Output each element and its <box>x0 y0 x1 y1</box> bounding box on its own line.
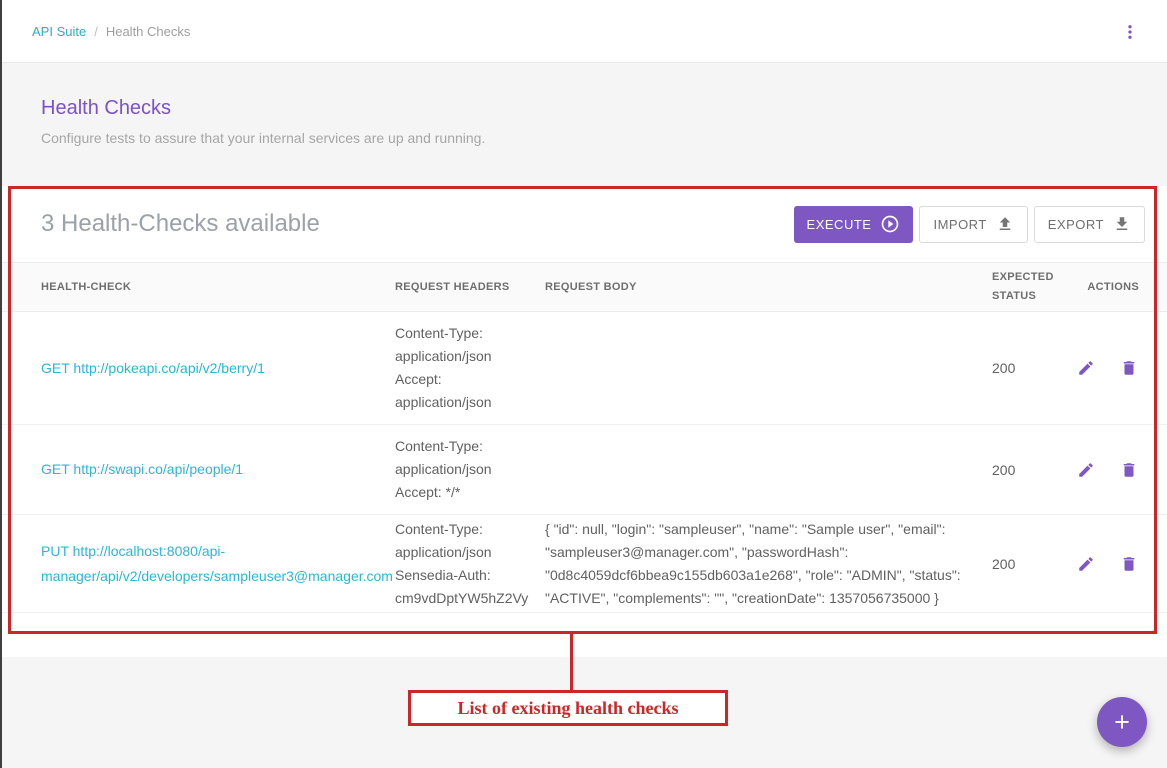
delete-icon[interactable] <box>1120 555 1138 573</box>
delete-icon[interactable] <box>1120 461 1138 479</box>
delete-icon[interactable] <box>1120 359 1138 377</box>
play-circle-icon <box>880 214 900 234</box>
download-icon <box>1113 215 1131 233</box>
col-header-actions: ACTIONS <box>1073 281 1167 293</box>
health-check-link[interactable]: GET http://pokeapi.co/api/v2/berry/1 <box>0 356 390 381</box>
row-actions <box>1073 359 1167 377</box>
col-header-expected-status: EXPECTED STATUS <box>985 268 1065 306</box>
edit-icon[interactable] <box>1077 359 1095 377</box>
annotation-connector-line <box>570 634 573 690</box>
table-header-row: HEALTH-CHECK REQUEST HEADERS REQUEST BOD… <box>0 262 1167 312</box>
request-headers-cell: Content-Type: application/json Accept: *… <box>390 435 527 504</box>
top-bar: API Suite / Health Checks <box>0 0 1167 63</box>
health-check-link[interactable]: PUT http://localhost:8080/api-manager/ap… <box>0 539 390 589</box>
page-header: Health Checks Configure tests to assure … <box>41 97 485 146</box>
breadcrumb-separator: / <box>94 24 98 39</box>
execute-button-label: EXECUTE <box>807 217 872 232</box>
row-actions <box>1073 555 1167 573</box>
card-actions: EXECUTE IMPORT EXPORT <box>794 206 1145 243</box>
expected-status-cell: 200 <box>985 360 1073 376</box>
breadcrumb-api-suite-link[interactable]: API Suite <box>32 24 86 39</box>
expected-status-cell: 200 <box>985 556 1073 572</box>
request-body-cell: { "id": null, "login": "sampleuser", "na… <box>540 518 985 610</box>
export-button[interactable]: EXPORT <box>1034 206 1145 243</box>
card-title: 3 Health-Checks available <box>41 210 794 238</box>
annotation-label: List of existing health checks <box>408 690 728 726</box>
screen-left-edge <box>0 0 2 768</box>
col-header-request-body: REQUEST BODY <box>540 281 985 293</box>
breadcrumb-current-page: Health Checks <box>106 24 191 39</box>
import-button-label: IMPORT <box>933 217 986 232</box>
row-actions <box>1073 461 1167 479</box>
execute-button[interactable]: EXECUTE <box>794 206 914 243</box>
upload-icon <box>996 215 1014 233</box>
edit-icon[interactable] <box>1077 555 1095 573</box>
request-headers-cell: Content-Type: application/json Sensedia-… <box>390 518 527 610</box>
edit-icon[interactable] <box>1077 461 1095 479</box>
add-health-check-fab[interactable]: + <box>1097 697 1147 747</box>
page-subtitle: Configure tests to assure that your inte… <box>41 130 485 146</box>
col-header-health-check: HEALTH-CHECK <box>0 281 390 293</box>
import-button[interactable]: IMPORT <box>919 206 1027 243</box>
export-button-label: EXPORT <box>1048 217 1104 232</box>
breadcrumb: API Suite / Health Checks <box>32 24 190 39</box>
card-header: 3 Health-Checks available EXECUTE IMPORT <box>0 186 1167 262</box>
kebab-menu-icon[interactable] <box>1119 21 1141 43</box>
health-check-link[interactable]: GET http://swapi.co/api/people/1 <box>0 457 390 482</box>
table-row: PUT http://localhost:8080/api-manager/ap… <box>0 515 1167 613</box>
expected-status-cell: 200 <box>985 462 1073 478</box>
page-title: Health Checks <box>41 97 485 120</box>
col-header-request-headers: REQUEST HEADERS <box>390 281 540 293</box>
table-row: GET http://pokeapi.co/api/v2/berry/1 Con… <box>0 312 1167 425</box>
table-row: GET http://swapi.co/api/people/1 Content… <box>0 425 1167 515</box>
request-headers-cell: Content-Type: application/json Accept: a… <box>390 322 527 414</box>
health-checks-card: 3 Health-Checks available EXECUTE IMPORT <box>0 186 1167 657</box>
plus-icon: + <box>1114 707 1130 738</box>
